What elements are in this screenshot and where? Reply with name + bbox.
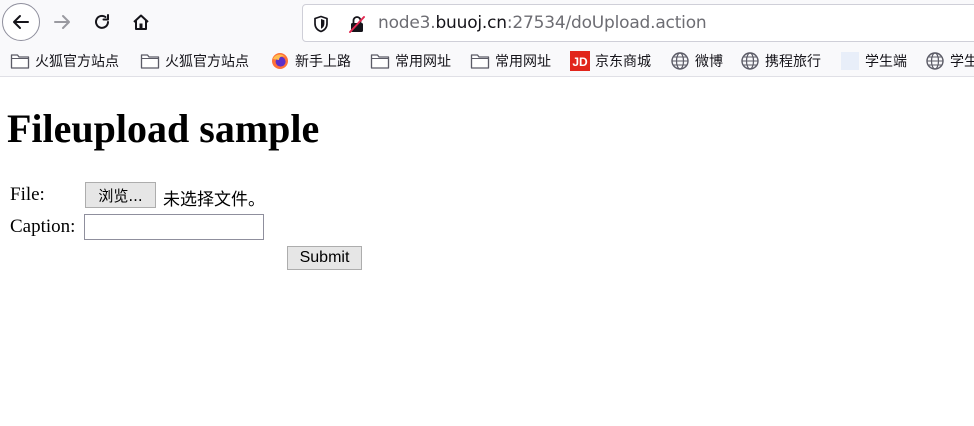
bookmark-label: 携程旅行 [765, 54, 821, 70]
firefox-icon [270, 51, 290, 71]
bookmark-label: 京东商城 [595, 54, 651, 70]
globe-icon [670, 51, 690, 71]
bookmark-label: 火狐官方站点 [35, 54, 119, 70]
jd-icon: JD [570, 51, 590, 71]
bookmark-item[interactable]: 新手上路 [270, 51, 351, 71]
bookmark-label: 学生端 [865, 54, 907, 70]
forward-arrow-icon [54, 15, 70, 29]
page-title: Fileupload sample [7, 106, 320, 151]
shield-icon[interactable] [311, 14, 331, 34]
bookmarks-bar: 火狐官方站点 火狐官方站点 新手上路 常用网址 常用网址 JD 京东商城 微博 [0, 46, 974, 77]
bookmark-label: 火狐官方站点 [165, 54, 249, 70]
reload-button[interactable] [83, 3, 121, 41]
bookmark-label: 学生 [950, 54, 974, 70]
reload-icon [95, 14, 109, 29]
home-button[interactable] [122, 3, 160, 41]
url-text[interactable]: node3.buuoj.cn:27534/doUpload.action [378, 13, 707, 33]
bookmark-item[interactable]: 常用网址 [470, 51, 551, 71]
back-arrow-icon [13, 15, 29, 29]
svg-text:JD: JD [572, 55, 588, 69]
globe-icon [740, 51, 760, 71]
url-host-prefix: node3. [378, 13, 436, 33]
insecure-lock-icon[interactable] [347, 14, 367, 34]
bookmark-label: 微博 [695, 54, 723, 70]
bookmark-item[interactable]: 学生端 [840, 51, 907, 71]
file-label: File: [10, 184, 45, 205]
caption-input[interactable] [84, 214, 264, 240]
bookmark-label: 新手上路 [295, 54, 351, 70]
url-host-main: buuoj.cn [435, 13, 507, 33]
submit-button[interactable]: Submit [287, 246, 362, 270]
bookmark-label: 常用网址 [495, 54, 551, 70]
page-content: Fileupload sample File: 浏览... 未选择文件。 Cap… [0, 77, 974, 426]
folder-icon [140, 51, 160, 71]
globe-icon [925, 51, 945, 71]
bookmark-item[interactable]: JD 京东商城 [570, 51, 651, 71]
back-button[interactable] [2, 3, 40, 41]
bookmark-item[interactable]: 常用网址 [370, 51, 451, 71]
bookmark-label: 常用网址 [395, 54, 451, 70]
blank-page-icon [840, 51, 860, 71]
browse-button[interactable]: 浏览... [85, 182, 156, 208]
folder-icon [370, 51, 390, 71]
caption-label: Caption: [10, 216, 76, 237]
bookmark-item[interactable]: 火狐官方站点 [10, 51, 119, 71]
folder-icon [10, 51, 30, 71]
no-file-selected-text: 未选择文件。 [163, 190, 265, 210]
browser-toolbar: node3.buuoj.cn:27534/doUpload.action [0, 0, 974, 46]
home-icon [133, 14, 149, 30]
bookmark-item[interactable]: 火狐官方站点 [140, 51, 249, 71]
bookmark-item[interactable]: 学生 [925, 51, 974, 71]
forward-button[interactable] [43, 3, 81, 41]
url-bar[interactable]: node3.buuoj.cn:27534/doUpload.action [302, 4, 974, 42]
bookmark-item[interactable]: 微博 [670, 51, 723, 71]
url-path: :27534/doUpload.action [506, 13, 707, 33]
bookmark-item[interactable]: 携程旅行 [740, 51, 821, 71]
folder-icon [470, 51, 490, 71]
